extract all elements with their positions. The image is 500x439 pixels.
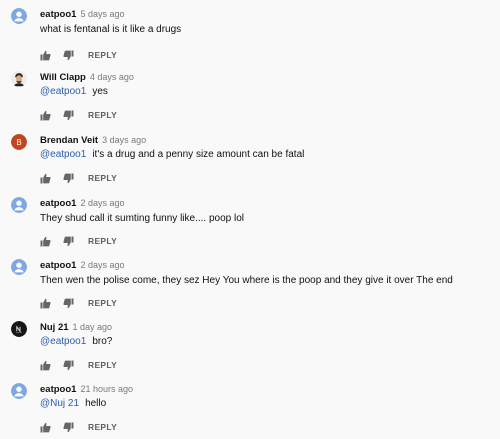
comment-body: bro? [92, 336, 113, 347]
mention-link[interactable]: @eatpoo1 [40, 86, 86, 97]
comment-author[interactable]: eatpoo1 [40, 384, 76, 395]
thumbs-down-icon[interactable] [63, 50, 74, 61]
thumbs-down-icon[interactable] [63, 236, 74, 247]
comment-author[interactable]: Nuj 21 [40, 322, 69, 333]
default-user-icon[interactable] [11, 259, 27, 275]
profile-photo-avatar[interactable] [11, 71, 27, 87]
comment-body: They shud call it sumting funny like....… [40, 213, 244, 224]
comment-text: Then wen the polise come, they sez Hey Y… [40, 274, 453, 288]
thumbs-down-icon[interactable] [63, 422, 74, 433]
letter-avatar[interactable]: B [11, 134, 27, 150]
comment-thread: eatpoo1 5 days ago what is fentanal is it… [0, 0, 500, 439]
thumbs-up-icon[interactable] [40, 360, 51, 371]
mention-link[interactable]: @Nuj 21 [40, 398, 79, 409]
thumbs-down-icon[interactable] [63, 173, 74, 184]
thumbs-down-icon[interactable] [63, 298, 74, 309]
reply-button[interactable]: REPLY [88, 173, 117, 183]
comment-meta: eatpoo1 21 hours ago [40, 383, 133, 396]
thumbs-up-icon[interactable] [40, 422, 51, 433]
reply-button[interactable]: REPLY [88, 422, 117, 432]
comment-text: what is fentanal is it like a drugs [40, 23, 181, 37]
comment-body: it's a drug and a penny size amount can … [92, 149, 305, 160]
comment-actions: REPLY [40, 48, 117, 62]
default-user-icon[interactable] [11, 197, 27, 213]
default-user-icon[interactable] [11, 383, 27, 399]
comment-meta: Will Clapp 4 days ago [40, 71, 134, 84]
comment-time[interactable]: 2 days ago [80, 260, 124, 270]
comment-time[interactable]: 3 days ago [102, 135, 146, 145]
comment-body: Then wen the polise come, they sez Hey Y… [40, 275, 453, 286]
thumbs-up-icon[interactable] [40, 110, 51, 121]
comment-text: @Nuj 21 hello [40, 397, 106, 411]
comment-author[interactable]: eatpoo1 [40, 198, 76, 209]
comment-time[interactable]: 21 hours ago [80, 384, 133, 394]
thumbs-down-icon[interactable] [63, 110, 74, 121]
comment-text: @eatpoo1 it's a drug and a penny size amo… [40, 148, 304, 162]
logo-avatar[interactable] [11, 321, 27, 337]
avatar-letter: B [16, 138, 21, 147]
thumbs-up-icon[interactable] [40, 173, 51, 184]
comment-actions: REPLY [40, 171, 117, 185]
reply-button[interactable]: REPLY [88, 110, 117, 120]
comment-actions: REPLY [40, 296, 117, 310]
comment-body: what is fentanal is it like a drugs [40, 24, 182, 35]
comment-text: @eatpoo1 yes [40, 85, 108, 99]
comment-meta: Brendan Veit 3 days ago [40, 134, 146, 147]
mention-link[interactable]: @eatpoo1 [40, 336, 86, 347]
comment-author[interactable]: eatpoo1 [40, 9, 76, 20]
thumbs-up-icon[interactable] [40, 50, 51, 61]
comment-time[interactable]: 1 day ago [73, 322, 113, 332]
comment-meta: Nuj 21 1 day ago [40, 321, 112, 334]
comment-time[interactable]: 5 days ago [80, 9, 124, 19]
comment-text: @eatpoo1 bro? [40, 335, 112, 349]
comment-meta: eatpoo1 5 days ago [40, 8, 124, 21]
mention-link[interactable]: @eatpoo1 [40, 149, 86, 160]
comment-author[interactable]: eatpoo1 [40, 260, 76, 271]
comment-author[interactable]: Brendan Veit [40, 135, 98, 146]
reply-button[interactable]: REPLY [88, 298, 117, 308]
reply-button[interactable]: REPLY [88, 50, 117, 60]
comment-actions: REPLY [40, 234, 117, 248]
comment-actions: REPLY [40, 108, 117, 122]
comment-actions: REPLY [40, 420, 117, 434]
reply-button[interactable]: REPLY [88, 236, 117, 246]
thumbs-down-icon[interactable] [63, 360, 74, 371]
comment-time[interactable]: 4 days ago [90, 72, 134, 82]
comment-actions: REPLY [40, 358, 117, 372]
comment-body: yes [92, 86, 108, 97]
comment-author[interactable]: Will Clapp [40, 72, 86, 83]
comment-meta: eatpoo1 2 days ago [40, 197, 124, 210]
comment-body: hello [85, 398, 107, 409]
default-user-icon[interactable] [11, 8, 27, 24]
thumbs-up-icon[interactable] [40, 298, 51, 309]
comment-text: They shud call it sumting funny like....… [40, 212, 244, 226]
thumbs-up-icon[interactable] [40, 236, 51, 247]
reply-button[interactable]: REPLY [88, 360, 117, 370]
comment-time[interactable]: 2 days ago [80, 198, 124, 208]
comment-meta: eatpoo1 2 days ago [40, 259, 124, 272]
